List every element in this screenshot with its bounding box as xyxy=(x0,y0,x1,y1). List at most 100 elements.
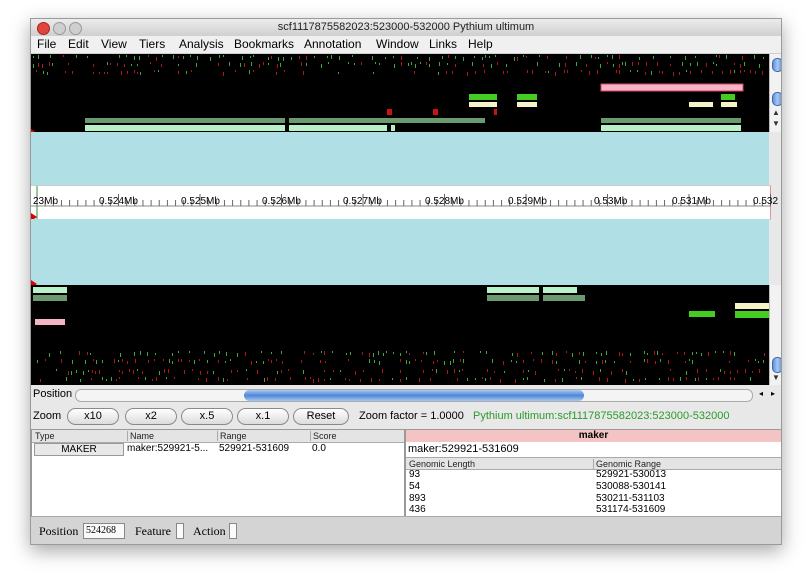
feature-tick xyxy=(487,369,488,372)
column-header-score[interactable]: Score xyxy=(310,431,337,441)
feature-tick xyxy=(406,360,407,364)
zoom-x10-button[interactable]: x10 xyxy=(67,408,119,425)
feature-tick xyxy=(482,57,483,60)
feature-tick xyxy=(411,62,412,65)
feature-tick xyxy=(706,378,707,380)
menu-window[interactable]: Window xyxy=(376,37,419,51)
table-row[interactable]: 436 531174-531609 xyxy=(406,504,781,515)
table-row[interactable]: 93 529921-530013 xyxy=(406,469,781,480)
feature-tick xyxy=(535,371,536,375)
feature-tick xyxy=(134,352,135,356)
feature-tick xyxy=(692,360,693,364)
feature-tick xyxy=(567,70,568,73)
feature-tick xyxy=(213,371,214,374)
feature-tick xyxy=(698,377,699,381)
feature-tick xyxy=(122,359,123,362)
zoom-x2-button[interactable]: x2 xyxy=(125,408,177,425)
menu-edit[interactable]: Edit xyxy=(68,37,89,51)
lower-scroll-thumb[interactable] xyxy=(772,357,781,373)
feature-tick xyxy=(261,351,262,353)
forward-results-track[interactable] xyxy=(31,54,769,132)
feature-tick xyxy=(454,351,455,353)
feature-tick xyxy=(321,64,322,68)
column-header-genomic-range[interactable]: Genomic Range xyxy=(593,459,661,469)
zoom-tenth-button[interactable]: x.1 xyxy=(237,408,289,425)
forward-strand-band[interactable] xyxy=(31,132,769,185)
feature-field[interactable] xyxy=(176,523,184,539)
position-scroll-thumb[interactable] xyxy=(244,390,584,401)
feature-tick xyxy=(155,353,156,355)
menu-annotation[interactable]: Annotation xyxy=(304,37,361,51)
scroll-down-arrow[interactable]: ▼ xyxy=(772,119,780,128)
menu-file[interactable]: File xyxy=(37,37,56,51)
column-header-length[interactable]: Genomic Length xyxy=(409,459,475,469)
feature-tick xyxy=(668,360,669,364)
coordinate-ruler[interactable]: 23Mb 0.524Mb 0.525Mb 0.526Mb 0.527Mb 0.5… xyxy=(31,185,778,220)
status-bar: Position 524268 Feature Action xyxy=(31,516,781,544)
reset-button[interactable]: Reset xyxy=(293,408,349,425)
feature-tick xyxy=(517,353,518,357)
action-field[interactable] xyxy=(229,523,237,539)
feature-tick xyxy=(409,361,410,364)
menu-analysis[interactable]: Analysis xyxy=(179,37,224,51)
feature-tick xyxy=(178,71,179,74)
reverse-results-track[interactable] xyxy=(31,285,769,385)
feature-tick xyxy=(363,370,364,372)
position-field[interactable]: 524268 xyxy=(83,523,125,539)
column-header-range[interactable]: Range xyxy=(217,431,247,441)
feature-tick xyxy=(394,64,395,68)
menu-bookmarks[interactable]: Bookmarks xyxy=(234,37,294,51)
feature-tick xyxy=(400,379,401,382)
table-row[interactable]: 893 530211-531103 xyxy=(406,493,781,504)
feature-tick xyxy=(657,62,658,66)
feature-tick xyxy=(556,361,557,364)
scroll-left-arrow[interactable]: ◂ xyxy=(759,389,763,398)
reverse-strand-band[interactable] xyxy=(31,219,769,285)
feature-tick xyxy=(612,55,613,59)
feature-tick xyxy=(625,62,626,66)
upper-vertical-scrollbar[interactable]: ▲ ▼ xyxy=(769,54,781,132)
gene-model xyxy=(289,125,387,131)
menu-tiers[interactable]: Tiers xyxy=(139,37,165,51)
feature-tick xyxy=(174,377,175,379)
feature-tick xyxy=(240,63,241,67)
feature-tick xyxy=(523,360,524,363)
reverse-feature-ticks xyxy=(37,351,765,383)
menu-view[interactable]: View xyxy=(101,37,127,51)
feature-tick xyxy=(415,64,416,68)
upper-scroll-thumb-2[interactable] xyxy=(772,92,781,106)
table-row[interactable]: 54 530088-530141 xyxy=(406,481,781,492)
column-header-type[interactable]: Type xyxy=(35,431,55,441)
position-scrollbar[interactable] xyxy=(75,389,753,402)
feature-tick xyxy=(49,62,50,66)
feature-tick xyxy=(619,55,620,59)
menu-help[interactable]: Help xyxy=(468,37,493,51)
lower-vertical-scrollbar[interactable]: ▼ xyxy=(769,285,781,385)
feature-tick xyxy=(485,55,486,58)
feature-tick xyxy=(164,369,165,373)
table-row[interactable]: MAKER maker:529921-5... 529921-531609 0.… xyxy=(32,443,404,456)
feature-tick xyxy=(85,360,86,364)
feature-tick xyxy=(87,352,88,355)
feature-tick xyxy=(420,62,421,64)
scroll-up-arrow[interactable]: ▲ xyxy=(772,108,780,117)
feature-tick xyxy=(119,55,120,58)
feature-tick xyxy=(385,57,386,59)
feature-tick xyxy=(140,72,141,75)
feature-tick xyxy=(324,351,325,355)
feature-tick xyxy=(227,379,228,381)
feature-tick xyxy=(199,359,200,361)
column-header-name[interactable]: Name xyxy=(127,431,154,441)
feature-tick xyxy=(712,71,713,74)
menu-links[interactable]: Links xyxy=(429,37,457,51)
feature-tick xyxy=(189,360,190,362)
scroll-down-arrow[interactable]: ▼ xyxy=(772,373,780,382)
zoom-half-button[interactable]: x.5 xyxy=(181,408,233,425)
scroll-right-arrow[interactable]: ▸ xyxy=(771,389,775,398)
feature-tick xyxy=(45,359,46,361)
feature-tick xyxy=(246,369,247,371)
upper-scroll-thumb[interactable] xyxy=(772,58,781,72)
feature-tick xyxy=(434,351,435,355)
feature-tick xyxy=(744,62,745,66)
feature-tick xyxy=(659,71,660,73)
